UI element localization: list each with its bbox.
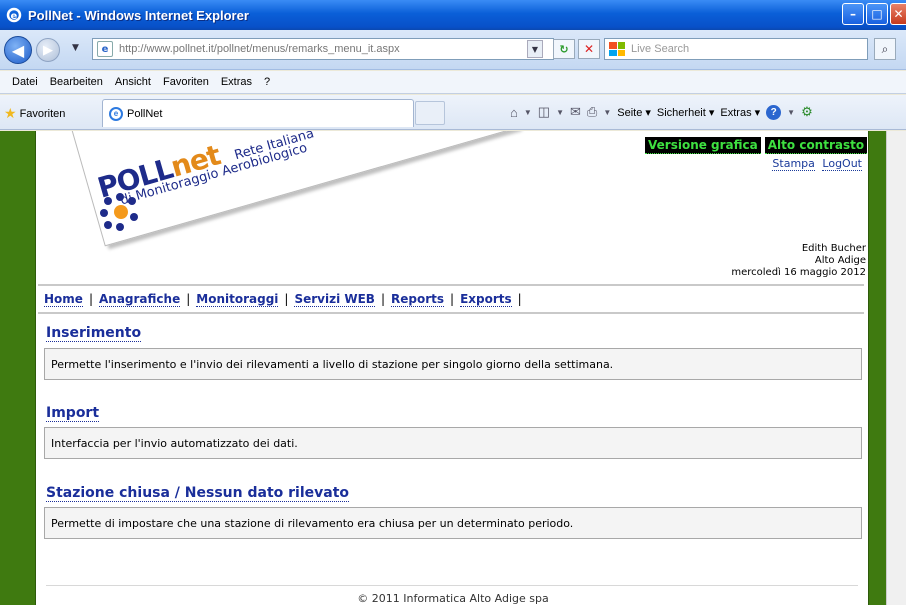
tab-title: PollNet — [127, 107, 163, 120]
nav-home[interactable]: Home — [44, 292, 83, 307]
graphic-version-link[interactable]: Versione grafica — [645, 137, 761, 154]
tab-pollnet[interactable]: e PollNet — [102, 99, 414, 127]
menu-extras[interactable]: Extras — [221, 76, 252, 88]
display-mode-links: Versione grafica Alto contrasto — [645, 137, 868, 154]
logout-link[interactable]: LogOut — [822, 157, 862, 171]
high-contrast-link[interactable]: Alto contrasto — [764, 137, 868, 154]
chevron-down-icon[interactable]: ▼ — [556, 108, 564, 117]
nav-monitoraggi[interactable]: Monitoraggi — [196, 292, 279, 307]
utility-links: Stampa LogOut — [768, 157, 862, 171]
arrow-left-icon: ◀ — [11, 40, 25, 60]
tools-menu[interactable]: Extras ▾ — [720, 106, 760, 119]
nav-reports[interactable]: Reports — [391, 292, 445, 307]
magnifier-icon: ⌕ — [881, 41, 889, 56]
frame-right — [868, 131, 886, 605]
chevron-down-icon[interactable]: ▼ — [787, 108, 795, 117]
vertical-scrollbar[interactable] — [886, 131, 906, 605]
section-inserimento-link[interactable]: Inserimento — [46, 325, 142, 342]
section-import-link[interactable]: Import — [46, 405, 100, 422]
home-icon[interactable]: ⌂ — [510, 105, 518, 120]
print-icon[interactable]: ⎙ — [587, 104, 597, 120]
chevron-down-icon[interactable]: ▼ — [603, 108, 611, 117]
print-link[interactable]: Stampa — [772, 157, 815, 171]
page-menu[interactable]: Seite ▾ — [617, 106, 651, 119]
menu-help[interactable]: ? — [264, 76, 270, 88]
forward-button[interactable]: ▶ — [36, 38, 60, 62]
footer-copyright: © 2011 Informatica Alto Adige spa — [357, 592, 549, 605]
user-region: Alto Adige — [814, 255, 866, 266]
address-input[interactable]: e http://www.pollnet.it/pollnet/menus/re… — [92, 38, 554, 60]
star-icon: ★ — [4, 105, 17, 121]
feeds-icon[interactable]: ◫ — [538, 104, 550, 120]
page-icon: e — [97, 41, 113, 57]
minimize-button[interactable]: – — [842, 3, 864, 25]
favorites-bar: ★ Favoriten e PollNet ⌂ ▼ ◫ ▼ ✉ ⎙ ▼ Seit… — [0, 95, 906, 130]
command-bar: ⌂ ▼ ◫ ▼ ✉ ⎙ ▼ Seite ▾ Sicherheit ▾ Extra… — [510, 104, 813, 120]
user-name: Edith Bucher — [801, 243, 866, 254]
nav-exports[interactable]: Exports — [460, 292, 512, 307]
address-url: http://www.pollnet.it/pollnet/menus/rema… — [119, 43, 400, 55]
menu-ansicht[interactable]: Ansicht — [115, 76, 151, 88]
menu-bar: Datei Bearbeiten Ansicht Favoriten Extra… — [0, 71, 906, 94]
new-tab-button[interactable] — [415, 101, 445, 125]
favorites-button[interactable]: ★ Favoriten — [4, 105, 65, 122]
frame-left — [0, 131, 36, 605]
current-date: mercoledì 16 maggio 2012 — [731, 267, 866, 278]
live-search-icon — [609, 42, 625, 56]
arrow-right-icon: ▶ — [43, 42, 53, 58]
back-button[interactable]: ◀ — [4, 36, 32, 64]
mail-icon[interactable]: ✉ — [570, 104, 581, 120]
search-input[interactable]: Live Search — [604, 38, 868, 60]
ie-logo-icon: e — [6, 7, 22, 23]
history-dropdown-icon[interactable]: ▼ — [72, 43, 79, 53]
nav-anagrafiche[interactable]: Anagrafiche — [98, 292, 181, 307]
section-stazione-chiusa-link[interactable]: Stazione chiusa / Nessun dato rilevato — [46, 485, 350, 502]
page-viewport: POLLnet Rete Italiana di Monitoraggio Ae… — [0, 131, 906, 605]
address-dropdown-icon[interactable]: ▼ — [527, 40, 543, 58]
window-titlebar: e PollNet - Windows Internet Explorer – … — [0, 0, 906, 30]
menu-bearbeiten[interactable]: Bearbeiten — [50, 76, 103, 88]
chevron-down-icon[interactable]: ▼ — [524, 108, 532, 117]
nav-servizi-web[interactable]: Servizi WEB — [294, 292, 375, 307]
menu-favoriten[interactable]: Favoriten — [163, 76, 209, 88]
footer-divider — [46, 585, 858, 586]
help-icon[interactable]: ? — [766, 104, 782, 120]
search-placeholder: Live Search — [631, 43, 690, 55]
svg-text:e: e — [11, 11, 18, 22]
address-toolbar: ◀ ▶ ▼ e http://www.pollnet.it/pollnet/me… — [0, 30, 906, 70]
maximize-button[interactable]: □ — [866, 3, 888, 25]
tab-favicon-icon: e — [109, 106, 123, 121]
section-inserimento-description: Permette l'inserimento e l'invio dei ril… — [44, 348, 862, 380]
research-icon[interactable]: ⚙ — [801, 104, 813, 120]
favorites-label: Favoriten — [19, 107, 66, 120]
window-title: PollNet - Windows Internet Explorer — [28, 7, 249, 23]
security-menu[interactable]: Sicherheit ▾ — [657, 106, 715, 119]
section-import-description: Interfaccia per l'invio automatizzato de… — [44, 427, 862, 459]
section-stazione-chiusa-description: Permette di impostare che una stazione d… — [44, 507, 862, 539]
menu-datei[interactable]: Datei — [12, 76, 38, 88]
user-info: Edith Bucher Alto Adige mercoledì 16 mag… — [731, 243, 866, 279]
main-nav: Home | Anagrafiche | Monitoraggi | Servizi … — [38, 284, 864, 314]
search-button[interactable]: ⌕ — [874, 38, 896, 60]
refresh-button[interactable]: ↻ — [553, 39, 575, 59]
close-button[interactable]: ✕ — [890, 3, 906, 25]
stop-button[interactable]: ✕ — [578, 39, 600, 59]
